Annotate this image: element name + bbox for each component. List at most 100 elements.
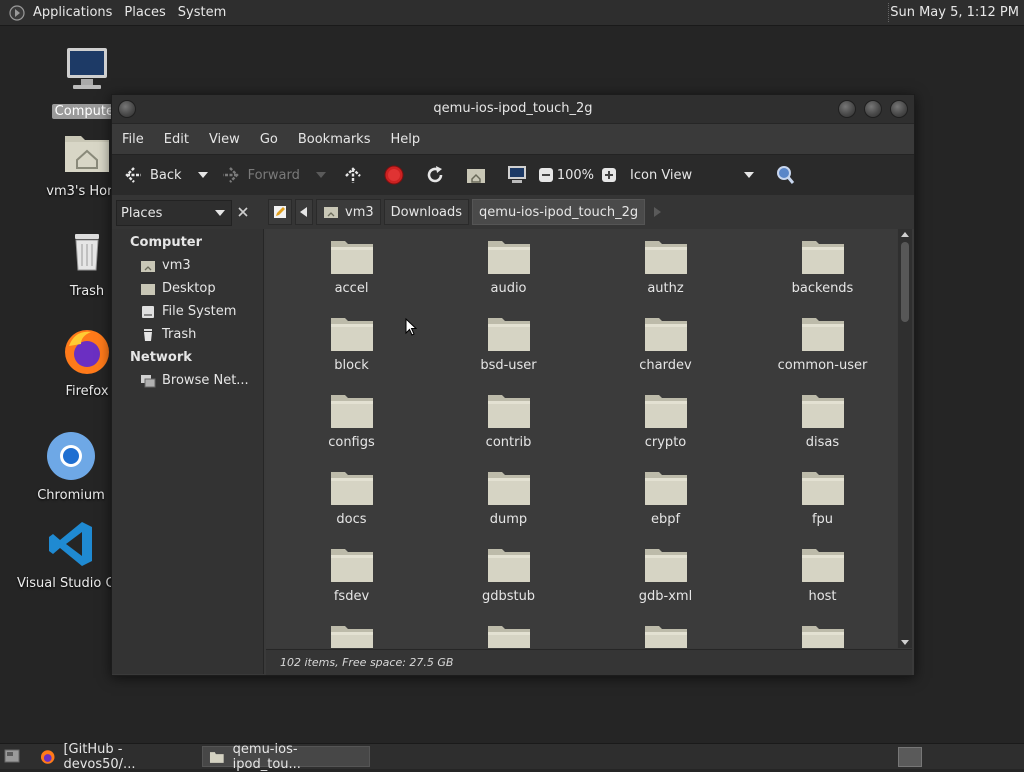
- close-button[interactable]: [890, 100, 908, 118]
- menu-go[interactable]: Go: [250, 132, 288, 147]
- zoom-in-button[interactable]: [598, 155, 620, 195]
- stop-icon: [384, 165, 404, 185]
- folder-icon: [330, 241, 373, 274]
- sidebar-item-file-system[interactable]: File System: [112, 300, 263, 323]
- side-pane-selector[interactable]: Places: [116, 200, 232, 226]
- back-button[interactable]: Back: [122, 155, 182, 195]
- toggle-location-entry-button[interactable]: [268, 199, 292, 225]
- zoom-level[interactable]: 100%: [557, 155, 594, 195]
- stop-button[interactable]: [383, 155, 405, 195]
- mouse-cursor-icon: [405, 318, 417, 336]
- breadcrumb-current[interactable]: qemu-ios-ipod_touch_2g: [472, 199, 646, 225]
- menu-bookmarks[interactable]: Bookmarks: [288, 132, 381, 147]
- chromium-icon: [47, 432, 95, 480]
- icon-view[interactable]: accel audio authz backends block bsd-user char…: [266, 229, 897, 648]
- drive-icon: [142, 305, 154, 318]
- sidebar-item-trash[interactable]: Trash: [112, 323, 263, 346]
- menu-edit[interactable]: Edit: [154, 132, 199, 147]
- folder-item[interactable]: host: [744, 537, 897, 614]
- sidebar-item-desktop[interactable]: Desktop: [112, 277, 263, 300]
- folder-item[interactable]: disas: [744, 383, 897, 460]
- breadcrumb-vm3[interactable]: vm3: [316, 199, 381, 225]
- folder-name: fsdev: [333, 589, 370, 604]
- folder-item[interactable]: gdb-xml: [587, 537, 744, 614]
- folder-item[interactable]: gdbstub: [430, 537, 587, 614]
- folder-name: chardev: [639, 358, 692, 373]
- view-mode-select[interactable]: Icon View: [624, 155, 692, 195]
- desktop-icon-label: Firefox: [65, 384, 109, 399]
- folder-item[interactable]: [744, 614, 897, 648]
- applications-menu[interactable]: Applications: [27, 0, 118, 25]
- folder-item[interactable]: fpu: [744, 460, 897, 537]
- folder-item[interactable]: [587, 614, 744, 648]
- taskbar-item-file-manager[interactable]: qemu-ios-ipod_tou...: [202, 742, 370, 772]
- search-button[interactable]: [774, 155, 796, 195]
- system-menu[interactable]: System: [172, 0, 232, 25]
- computer-button[interactable]: [506, 155, 528, 195]
- show-desktop-icon[interactable]: [4, 748, 20, 764]
- vertical-scrollbar[interactable]: [898, 229, 912, 648]
- folder-item[interactable]: ebpf: [587, 460, 744, 537]
- folder-item[interactable]: common-user: [744, 306, 897, 383]
- home-button[interactable]: [465, 155, 487, 195]
- folder-item[interactable]: authz: [587, 229, 744, 306]
- menu-view[interactable]: View: [199, 132, 250, 147]
- home-icon: [141, 260, 155, 272]
- scroll-down-arrow-icon[interactable]: [901, 638, 909, 646]
- minimize-button[interactable]: [838, 100, 856, 118]
- computer-icon: [507, 166, 526, 183]
- desktop-icon-chromium[interactable]: Chromium: [16, 430, 126, 503]
- taskbar-item-firefox[interactable]: [GitHub - devos50/...: [34, 742, 200, 772]
- workspace-switcher[interactable]: [898, 747, 922, 767]
- search-icon: [777, 166, 795, 184]
- network-icon: [141, 374, 156, 387]
- folder-name: block: [334, 358, 369, 373]
- folder-icon: [644, 626, 687, 648]
- sidebar-item-vm3[interactable]: vm3: [112, 254, 263, 277]
- folder-item[interactable]: dump: [430, 460, 587, 537]
- forward-button[interactable]: Forward: [220, 155, 300, 195]
- folder-item[interactable]: backends: [744, 229, 897, 306]
- folder-item[interactable]: bsd-user: [430, 306, 587, 383]
- places-menu[interactable]: Places: [118, 0, 171, 25]
- breadcrumb-scroll-left[interactable]: [295, 199, 313, 225]
- desktop-icon-label: Chromium: [37, 488, 105, 503]
- zoom-out-button[interactable]: [535, 155, 557, 195]
- trash-icon: [144, 328, 152, 341]
- reload-button[interactable]: [424, 155, 446, 195]
- close-side-pane-button[interactable]: [232, 200, 254, 224]
- chevron-left-icon: [300, 207, 307, 217]
- sidebar-item-browse-network[interactable]: Browse Net...: [112, 369, 263, 392]
- clock[interactable]: Sun May 5, 1:12 PM: [890, 0, 1019, 25]
- breadcrumb-downloads[interactable]: Downloads: [383, 199, 470, 225]
- titlebar[interactable]: qemu-ios-ipod_touch_2g: [112, 95, 914, 124]
- folder-item[interactable]: accel: [273, 229, 430, 306]
- folder-item[interactable]: chardev: [587, 306, 744, 383]
- sidebar-header-computer: Computer: [130, 235, 203, 250]
- folder-item[interactable]: audio: [430, 229, 587, 306]
- folder-icon: [644, 395, 687, 428]
- forward-history-dropdown[interactable]: [314, 164, 328, 186]
- folder-item[interactable]: contrib: [430, 383, 587, 460]
- home-folder-icon: [65, 136, 109, 172]
- menu-file[interactable]: File: [112, 132, 154, 147]
- folder-icon: [330, 549, 373, 582]
- distro-logo-icon[interactable]: [9, 4, 25, 21]
- breadcrumb-scroll-right[interactable]: [648, 199, 666, 225]
- folder-item[interactable]: [430, 614, 587, 648]
- scroll-up-arrow-icon[interactable]: [901, 231, 909, 239]
- folder-item[interactable]: docs: [273, 460, 430, 537]
- up-button[interactable]: [342, 155, 364, 195]
- maximize-button[interactable]: [864, 100, 882, 118]
- folder-icon: [487, 626, 530, 648]
- dropdown-arrow-icon: [744, 172, 755, 178]
- folder-item[interactable]: fsdev: [273, 537, 430, 614]
- folder-icon: [644, 318, 687, 351]
- folder-item[interactable]: configs: [273, 383, 430, 460]
- folder-item[interactable]: [273, 614, 430, 648]
- folder-item[interactable]: crypto: [587, 383, 744, 460]
- menu-help[interactable]: Help: [380, 132, 430, 147]
- view-mode-dropdown[interactable]: [742, 164, 756, 186]
- scrollbar-thumb[interactable]: [901, 242, 909, 322]
- back-history-dropdown[interactable]: [196, 164, 210, 186]
